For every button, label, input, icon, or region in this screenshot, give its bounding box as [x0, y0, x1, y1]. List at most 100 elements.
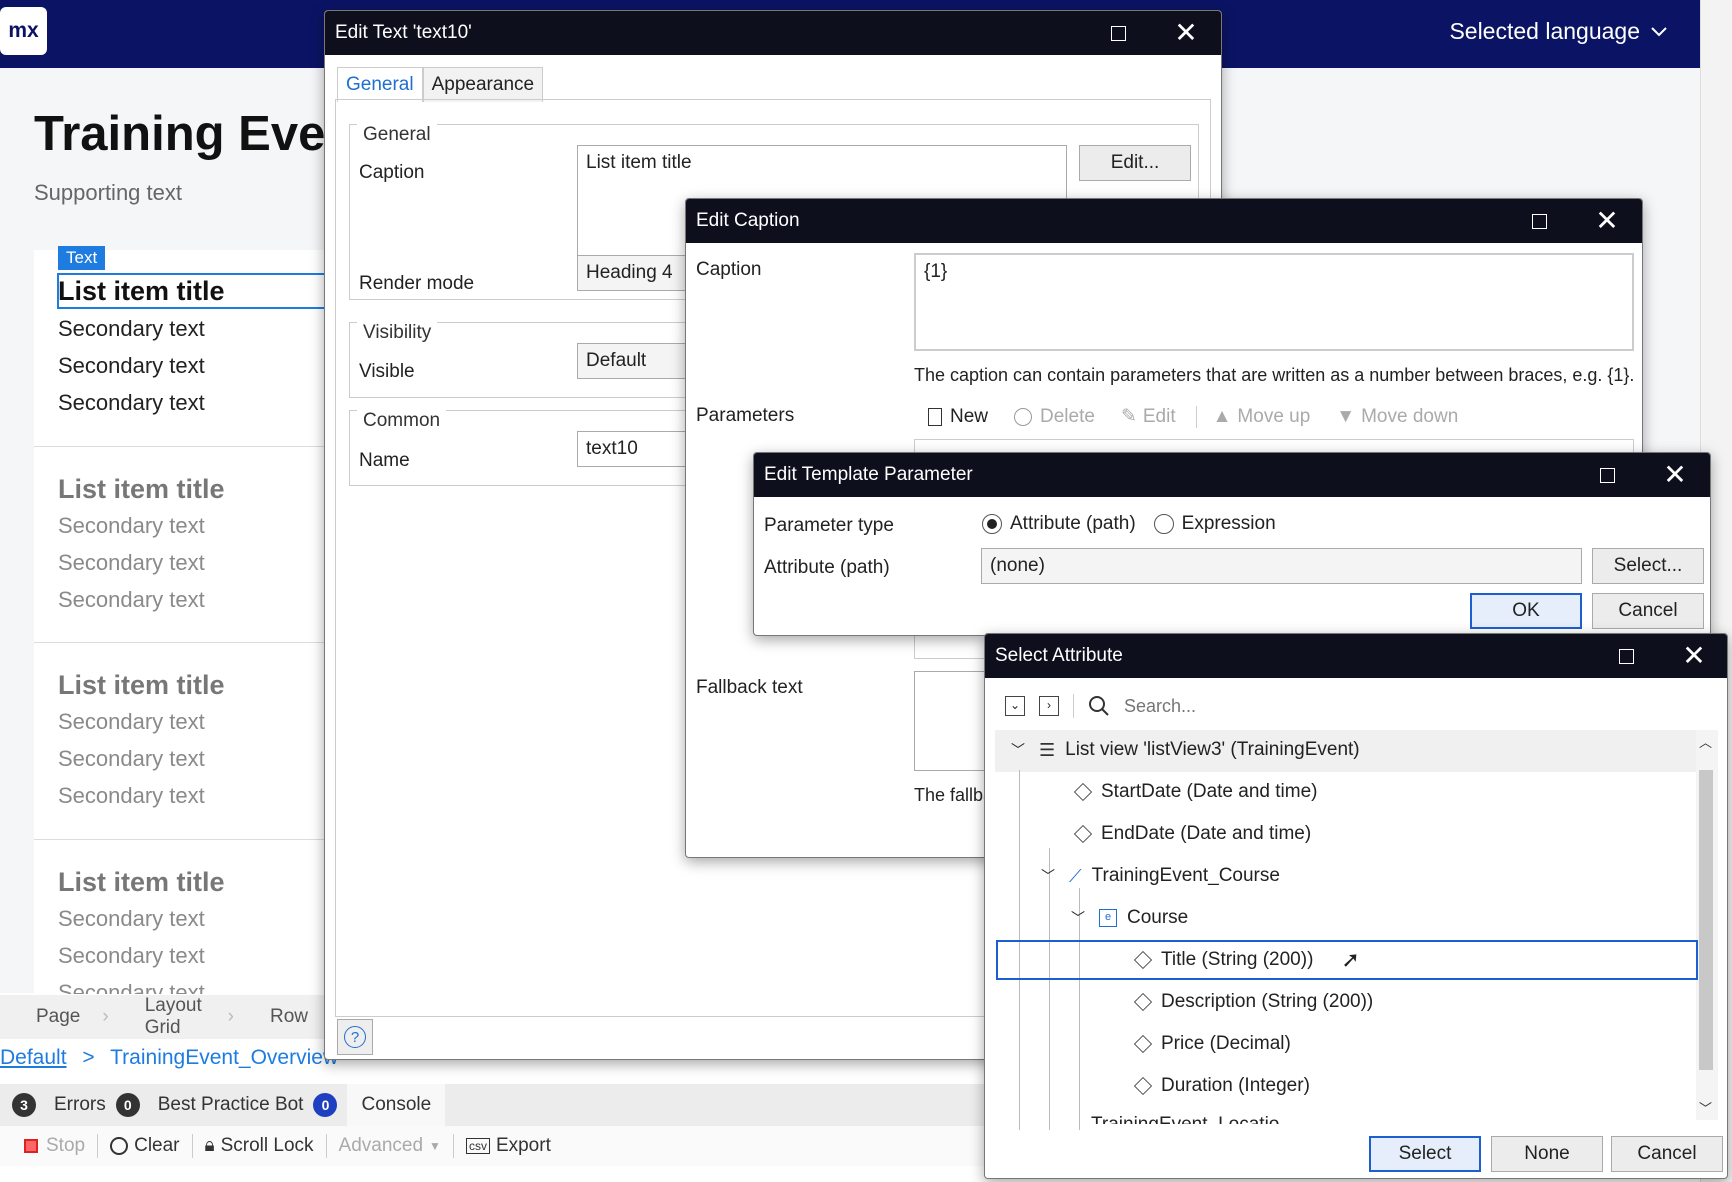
maximize-button[interactable] [1603, 634, 1649, 678]
scrollbar-thumb[interactable] [1699, 770, 1713, 1070]
ok-button[interactable]: OK [1470, 593, 1582, 629]
tree-node-enddate[interactable]: EndDate (Date and time) [1073, 814, 1311, 854]
document-path: Default > TrainingEvent_Overview [0, 1046, 338, 1070]
scroll-down-icon[interactable]: ﹀ [1699, 1098, 1712, 1117]
tree-node-description[interactable]: Description (String (200)) [1133, 982, 1374, 1022]
tree-node-label: Price (Decimal) [1161, 1033, 1291, 1054]
advanced-dropdown[interactable]: Advanced [339, 1135, 424, 1157]
close-icon: ✕ [1174, 17, 1198, 48]
caption-template-textarea[interactable]: {1} [914, 253, 1634, 351]
clear-button[interactable]: Clear [134, 1135, 179, 1157]
close-icon: ✕ [1595, 205, 1619, 236]
tree-node-title[interactable]: Title (String (200)) ➚ [1133, 940, 1360, 980]
list-item-title[interactable]: List item title [58, 276, 225, 307]
attribute-tag-icon [1073, 782, 1093, 802]
tree-node-price[interactable]: Price (Decimal) [1133, 1024, 1291, 1064]
tree-node-association[interactable]: ﹀ ⟋ TrainingEvent_Course [1041, 856, 1280, 896]
clipped-row: Secondary text [58, 980, 205, 994]
tree-toolbar: ⌄ › [1005, 694, 1424, 718]
option-expression[interactable]: Expression [1182, 513, 1276, 535]
move-up-button[interactable]: Move up [1237, 406, 1310, 428]
list-view-icon: ☰ [1039, 739, 1056, 760]
option-attribute-path[interactable]: Attribute (path) [1010, 513, 1136, 535]
tree-node-entity[interactable]: ﹀ e Course [1071, 898, 1188, 938]
path-page-link[interactable]: TrainingEvent_Overview [110, 1046, 338, 1069]
language-selector[interactable]: Selected language [1449, 18, 1668, 45]
caption-label: Caption [359, 162, 425, 183]
maximize-button[interactable] [1095, 11, 1141, 55]
path-separator: > [82, 1046, 95, 1069]
tree-scrollbar[interactable]: ︿ ﹀ [1696, 730, 1718, 1120]
secondary-text: Secondary text [58, 390, 205, 415]
fallback-hint: The fallba [914, 785, 994, 805]
close-button[interactable]: ✕ [1671, 634, 1717, 678]
scroll-lock-button[interactable]: Scroll Lock [221, 1135, 314, 1157]
chevron-down-icon: ﹀ [1041, 868, 1055, 884]
expand-all-icon[interactable]: › [1039, 696, 1059, 716]
tab-general[interactable]: General [337, 67, 423, 102]
search-input[interactable] [1124, 695, 1424, 717]
close-button[interactable]: ✕ [1652, 453, 1698, 497]
csv-icon: csv [465, 1138, 490, 1154]
maximize-button[interactable] [1584, 453, 1630, 497]
tree-node-label: Description (String (200)) [1161, 991, 1374, 1012]
edit-caption-button[interactable]: Edit... [1079, 145, 1191, 181]
edit-icon: ✎ [1120, 406, 1137, 427]
list-divider [34, 839, 330, 840]
secondary-text: Secondary text [58, 943, 205, 968]
toolbar-separator [1195, 405, 1197, 428]
list-item-title[interactable]: List item title [58, 867, 225, 898]
cancel-button[interactable]: Cancel [1592, 593, 1704, 629]
attribute-tag-icon [1133, 950, 1153, 970]
list-item-title[interactable]: List item title [58, 670, 225, 701]
radio-expression[interactable] [1153, 514, 1174, 534]
maximize-button[interactable] [1516, 199, 1562, 243]
help-button[interactable]: ? [337, 1019, 373, 1055]
tree-node-listview[interactable]: ﹀ ☰ List view 'listView3' (TrainingEvent… [1011, 730, 1360, 770]
new-icon [928, 407, 942, 426]
edit-button[interactable]: Edit [1143, 406, 1176, 428]
select-button[interactable]: Select [1369, 1136, 1481, 1172]
cancel-button[interactable]: Cancel [1611, 1136, 1723, 1172]
dialog-title-bar: Edit Caption ✕ [686, 199, 1642, 243]
close-button[interactable]: ✕ [1163, 11, 1209, 55]
tab-errors[interactable]: Errors [54, 1094, 106, 1116]
secondary-text: Secondary text [58, 980, 205, 994]
bottom-panel-tabs: 3 Errors 0 Best Practice Bot 0 Console [0, 1084, 990, 1126]
collapse-all-icon[interactable]: ⌄ [1005, 696, 1025, 716]
move-down-button[interactable]: Move down [1361, 406, 1458, 428]
group-label: Visibility [357, 322, 438, 344]
dialog-title: Edit Template Parameter [764, 464, 973, 485]
crumb-layout-grid[interactable]: Layout Grid [109, 995, 228, 1039]
list-item-title[interactable]: List item title [58, 474, 225, 505]
lock-icon: 🔒︎ [204, 1135, 215, 1156]
crumb-page[interactable]: Page [0, 1006, 102, 1028]
dialog-title-bar: Select Attribute ✕ [985, 634, 1727, 678]
tab-appearance[interactable]: Appearance [422, 67, 544, 102]
none-button[interactable]: None [1491, 1136, 1603, 1172]
scroll-up-icon[interactable]: ︿ [1699, 732, 1712, 751]
secondary-text: Secondary text [58, 906, 205, 931]
attribute-tag-icon [1133, 1076, 1153, 1096]
dialog-title: Edit Text 'text10' [335, 22, 472, 43]
select-attribute-button[interactable]: Select... [1592, 548, 1704, 584]
tree-node-duration[interactable]: Duration (Integer) [1133, 1066, 1310, 1106]
tab-console[interactable]: Console [347, 1084, 446, 1126]
delete-button[interactable]: Delete [1040, 406, 1095, 428]
bp-count: 0 [115, 1093, 140, 1117]
group-label: Common [357, 410, 447, 432]
radio-attribute-path[interactable] [982, 514, 1002, 534]
tree-node-label: TrainingEvent_Course [1091, 865, 1280, 886]
stop-button[interactable]: Stop [46, 1135, 85, 1157]
tree-node-label: Course [1127, 907, 1189, 928]
new-button[interactable]: New [950, 406, 988, 428]
tab-best-practice-bot[interactable]: Best Practice Bot [158, 1094, 304, 1116]
export-button[interactable]: Export [496, 1135, 551, 1157]
secondary-text: Secondary text [58, 513, 205, 538]
close-button[interactable]: ✕ [1584, 199, 1630, 243]
crumb-row[interactable]: Row [234, 1006, 330, 1028]
entity-icon: e [1099, 909, 1117, 927]
tree-node-startdate[interactable]: StartDate (Date and time) [1073, 772, 1317, 812]
language-label: Selected language [1449, 18, 1640, 44]
path-module-link[interactable]: Default [0, 1046, 67, 1069]
